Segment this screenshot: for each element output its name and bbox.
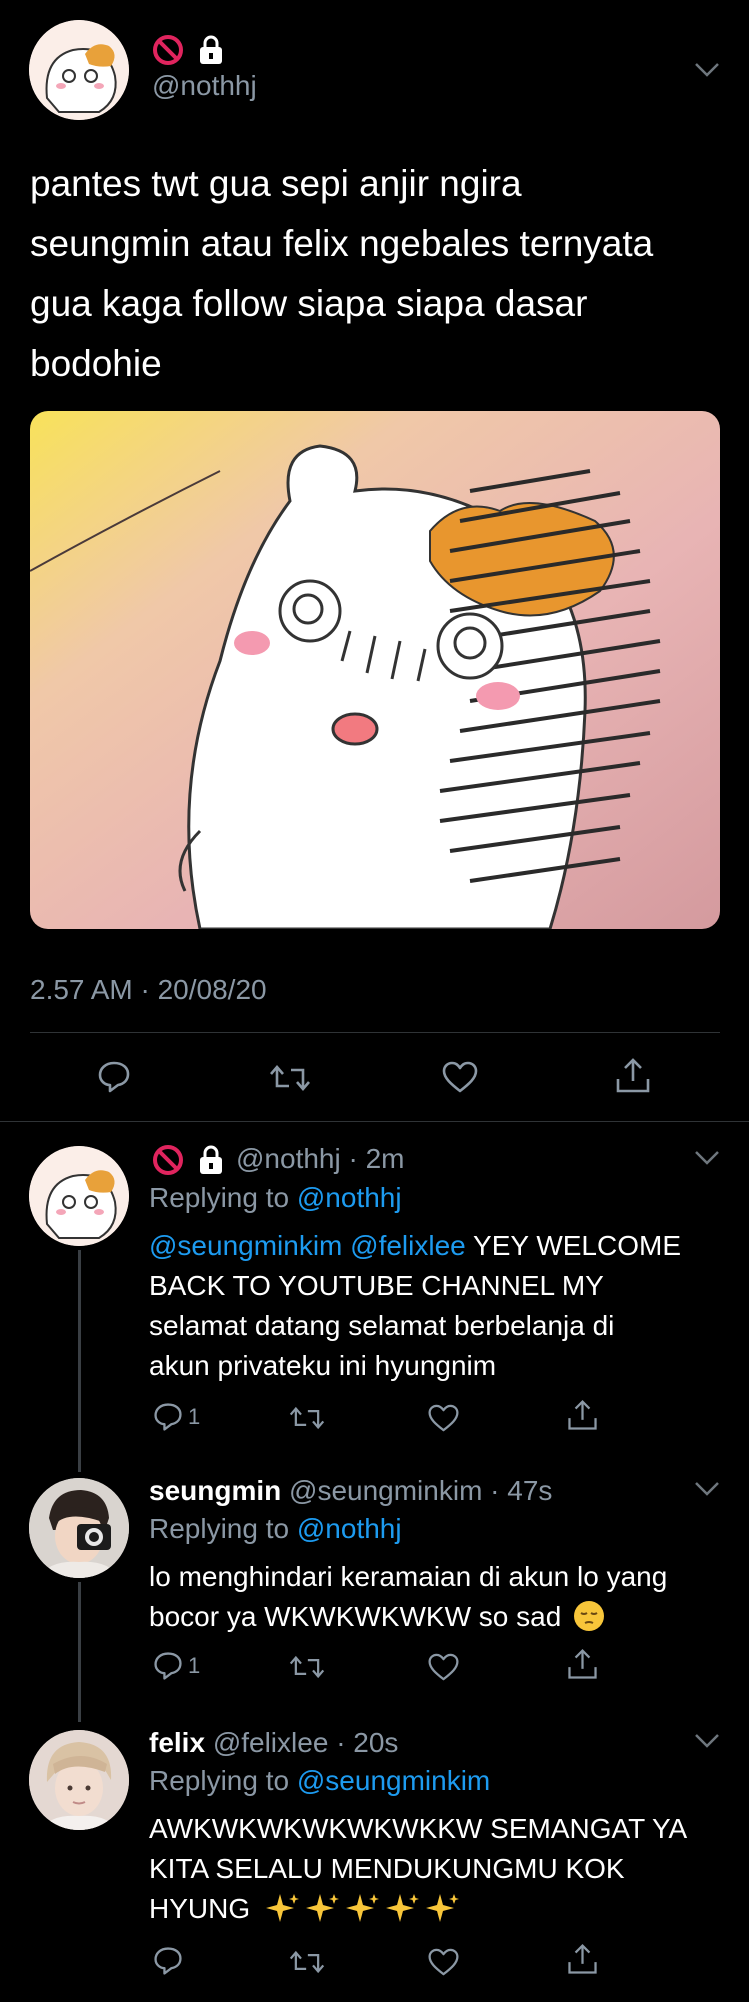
main-text-line: seungmin atau felix ngebales ternyata [30,223,654,264]
retweet-button[interactable] [289,1404,325,1432]
replying-to-label: Replying to [149,1513,290,1544]
reply-time[interactable]: · 2m [349,1143,405,1174]
divider [30,1032,720,1033]
replying-to-link[interactable]: @seungminkim [297,1765,490,1796]
retweet-icon [289,1655,325,1679]
reply-text-line: AWKWKWKWKWKWKKW SEMANGAT YA [149,1813,688,1844]
chevron-down-icon[interactable] [694,1481,720,1497]
main-text-line: pantes twt gua sepi anjir ngira [30,163,522,204]
main-avatar[interactable] [29,20,129,120]
user-photo-icon [29,1730,129,1830]
main-handle[interactable]: @nothhj [152,70,257,102]
reply-icon [154,1652,182,1680]
reply-display-name[interactable]: seungmin [149,1475,281,1506]
tweet-media-image[interactable] [30,411,720,929]
thread-line [78,1250,81,1472]
reply-avatar[interactable] [29,1478,129,1578]
replying-to-link[interactable]: @nothhj [297,1513,402,1544]
reply-meta: seungmin @seungminkim · 47s [149,1475,552,1507]
reply-button[interactable]: 1 [152,1401,200,1433]
reply-text-line: akun privateku ini hyungnim [149,1350,497,1381]
chevron-down-icon[interactable] [694,62,720,78]
main-text-line: bodohie [30,343,162,384]
reply-button[interactable] [152,1945,184,1977]
chevron-down-icon[interactable] [694,1733,720,1749]
replying-to-link[interactable]: @nothhj [297,1182,402,1213]
reply-text-line: selamat datang selamat berbelanja di [149,1310,615,1341]
main-text-line: gua kaga follow siapa siapa dasar [30,283,588,324]
like-button[interactable] [427,1652,460,1682]
no-entry-icon [152,1144,184,1181]
replying-to: Replying to @nothhj [149,1513,402,1545]
reply-text-line: HYUNG [149,1893,251,1924]
share-icon [616,1058,650,1093]
reply-display-name[interactable]: felix [149,1727,205,1758]
retweet-button[interactable] [289,1653,325,1681]
reply-icon [154,1947,182,1975]
reply-time[interactable]: · 47s [490,1475,552,1506]
reply-icon [98,1061,130,1093]
reply-meta: felix @felixlee · 20s [149,1727,398,1759]
reply-avatar[interactable] [29,1730,129,1830]
hamster-avatar-icon [29,1146,129,1246]
share-button[interactable] [614,1057,652,1095]
reply-count: 1 [188,1653,201,1678]
replying-to: Replying to @seungminkim [149,1765,490,1797]
like-button[interactable] [427,1947,460,1977]
like-button[interactable] [427,1403,460,1433]
reply-handle[interactable]: @seungminkim [289,1475,482,1506]
reply-text-segment: YEY WELCOME [465,1230,681,1261]
share-button[interactable] [566,1648,599,1681]
user-photo-icon [29,1478,129,1578]
reply-count: 1 [188,1404,201,1429]
thread-line [78,1582,81,1722]
hamster-avatar-icon [29,20,129,120]
chevron-down-icon[interactable] [694,1150,720,1166]
share-icon [568,1944,597,1974]
reply-handle[interactable]: @felixlee [213,1727,329,1758]
retweet-icon [270,1065,310,1091]
reply-text-line: KITA SELALU MENDUKUNGMU KOK [149,1853,625,1884]
heart-icon [428,1948,459,1976]
like-button[interactable] [441,1060,479,1094]
share-button[interactable] [566,1399,599,1432]
tweet-timestamp[interactable]: 2.57 AM · 20/08/20 [30,974,267,1006]
retweet-button[interactable] [289,1948,325,1976]
reply-text: AWKWKWKWKWKWKKW SEMANGAT YA KITA SELALU … [149,1809,687,1935]
reply-text-line: BACK TO YOUTUBE CHANNEL MY [149,1270,604,1301]
share-icon [568,1649,597,1679]
retweet-icon [289,1950,325,1974]
heart-icon [442,1061,478,1093]
heart-icon [428,1653,459,1681]
reply-icon [154,1403,182,1431]
retweet-icon [289,1406,325,1430]
reply-meta: @nothhj · 2m [236,1143,405,1175]
reply-button[interactable]: 1 [152,1650,200,1682]
reply-time[interactable]: · 20s [336,1727,398,1758]
reply-button[interactable] [96,1059,132,1095]
divider [0,1121,749,1122]
reply-text-line: lo menghindari keramaian di akun lo yang [149,1561,668,1592]
retweet-button[interactable] [269,1062,311,1094]
reply-avatar[interactable] [29,1146,129,1246]
mentions-link[interactable]: @seungminkim @felixlee [149,1230,466,1261]
lock-icon [197,1144,225,1181]
share-icon [568,1400,597,1430]
lock-icon [197,34,225,71]
replying-to-label: Replying to [149,1765,290,1796]
sparkles-icon [265,1892,466,1935]
main-tweet-text: pantes twt gua sepi anjir ngira seungmin… [30,154,653,394]
no-entry-icon [152,34,184,71]
share-button[interactable] [566,1943,599,1976]
replying-to: Replying to @nothhj [149,1182,402,1214]
reply-text: @seungminkim @felixlee YEY WELCOME BACK … [149,1226,681,1386]
replying-to-label: Replying to [149,1182,290,1213]
reply-text: lo menghindari keramaian di akun lo yang… [149,1557,667,1637]
heart-icon [428,1404,459,1432]
reply-text-line: bocor ya WKWKWKWKW so sad [149,1601,562,1632]
pensive-face-icon [574,1601,605,1631]
reply-handle[interactable]: @nothhj [236,1143,341,1174]
